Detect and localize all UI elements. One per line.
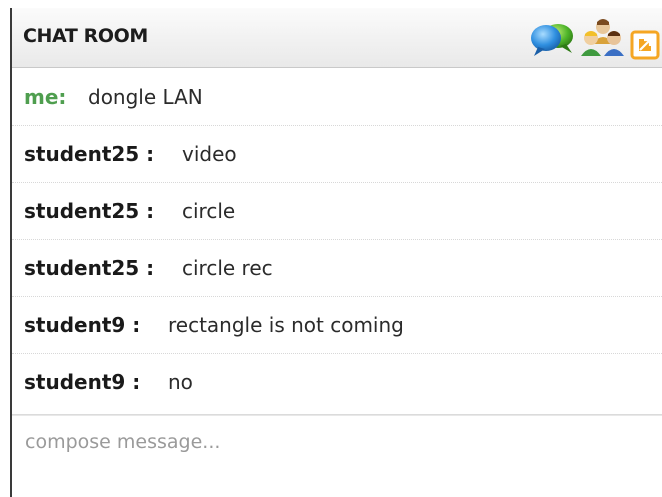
message-row: me: dongle LAN [12, 69, 662, 126]
message-list: me: dongle LAN student25 : video student… [12, 69, 662, 414]
compose-message-input[interactable] [12, 416, 662, 497]
message-row: student9 : rectangle is not coming [12, 297, 662, 354]
users-icon[interactable] [580, 18, 626, 60]
message-row: student25 : circle [12, 183, 662, 240]
message-row: student25 : video [12, 126, 662, 183]
chat-bubbles-icon[interactable] [530, 20, 576, 58]
header-icons [522, 16, 662, 60]
message-text: rectangle is not coming [168, 313, 404, 337]
message-sender: student25 : [24, 142, 155, 166]
chat-header: CHAT ROOM [12, 8, 662, 68]
message-sender: me: [24, 85, 67, 109]
chat-room-panel: CHAT ROOM me: dongle LAN student25: vid… [0, 0, 662, 497]
message-row: student25 : circle rec [12, 240, 662, 297]
message-sender: student9 : [24, 370, 141, 394]
message-text: video [182, 142, 237, 166]
message-text: dongle LAN [88, 85, 203, 109]
popout-icon[interactable] [630, 30, 660, 60]
chat-title: CHAT ROOM [23, 25, 148, 47]
message-row: student9 : no [12, 354, 662, 411]
message-text: circle rec [182, 256, 273, 280]
message-text: circle [182, 199, 236, 223]
message-sender: student25 : [24, 256, 155, 280]
message-sender: student9 : [24, 313, 141, 337]
message-text: no [168, 370, 193, 394]
message-sender: student25 : [24, 199, 155, 223]
